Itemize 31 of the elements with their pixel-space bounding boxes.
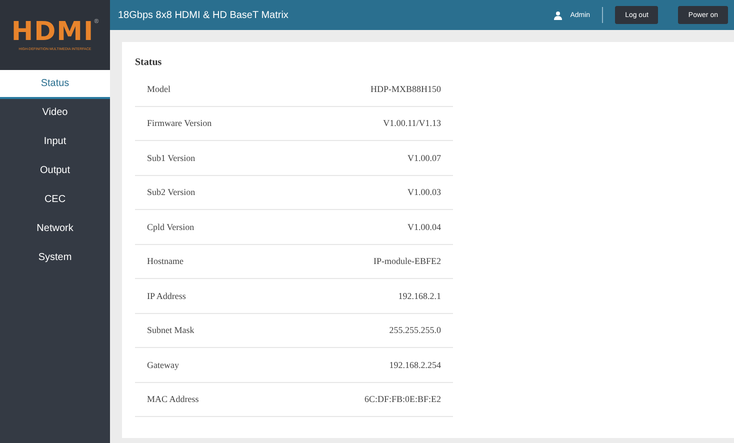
field-value: V1.00.11/V1.13 [383, 118, 441, 128]
logo-text: HDMI [11, 19, 94, 45]
field-label: Sub2 Version [147, 187, 196, 198]
card-title: Status [135, 56, 163, 70]
field-label: Cpld Version [147, 222, 194, 232]
sidebar-item[interactable]: Status [0, 70, 110, 99]
field-value: 6C:DF:FB:0E:BF:E2 [364, 394, 441, 404]
sidebar-item[interactable]: Network [0, 215, 110, 244]
field-value: V1.00.04 [408, 222, 441, 232]
field-label: Hostname [147, 256, 184, 266]
field-label: Sub1 Version [147, 152, 196, 163]
field-value: V1.00.07 [408, 152, 441, 163]
field-label: Subnet Mask [147, 325, 194, 336]
header-title: 18Gbps 8x8 HDMI & HD BaseT Matrix [118, 10, 290, 20]
field-value: HDP-MXB88H150 [370, 84, 441, 94]
field-label: Gateway [147, 360, 179, 370]
field-label: MAC Address [147, 394, 199, 404]
field-value: 255.255.255.0 [389, 325, 441, 336]
field-value: 192.168.2.1 [398, 290, 441, 301]
field-value: IP-module-EBFE2 [374, 256, 441, 266]
field-value: V1.00.03 [408, 187, 441, 198]
field-label: Model [147, 84, 170, 94]
sidebar-item[interactable]: Output [0, 157, 110, 186]
sidebar-item[interactable]: Video [0, 99, 110, 128]
sidebar-item[interactable]: System [0, 244, 110, 273]
user-icon [554, 10, 562, 20]
field-value: 192.168.2.254 [389, 360, 441, 370]
field-label: IP Address [147, 290, 186, 301]
sidebar-item[interactable]: CEC [0, 186, 110, 215]
field-label: Firmware Version [147, 118, 212, 128]
sidebar-item[interactable]: Input [0, 128, 110, 157]
